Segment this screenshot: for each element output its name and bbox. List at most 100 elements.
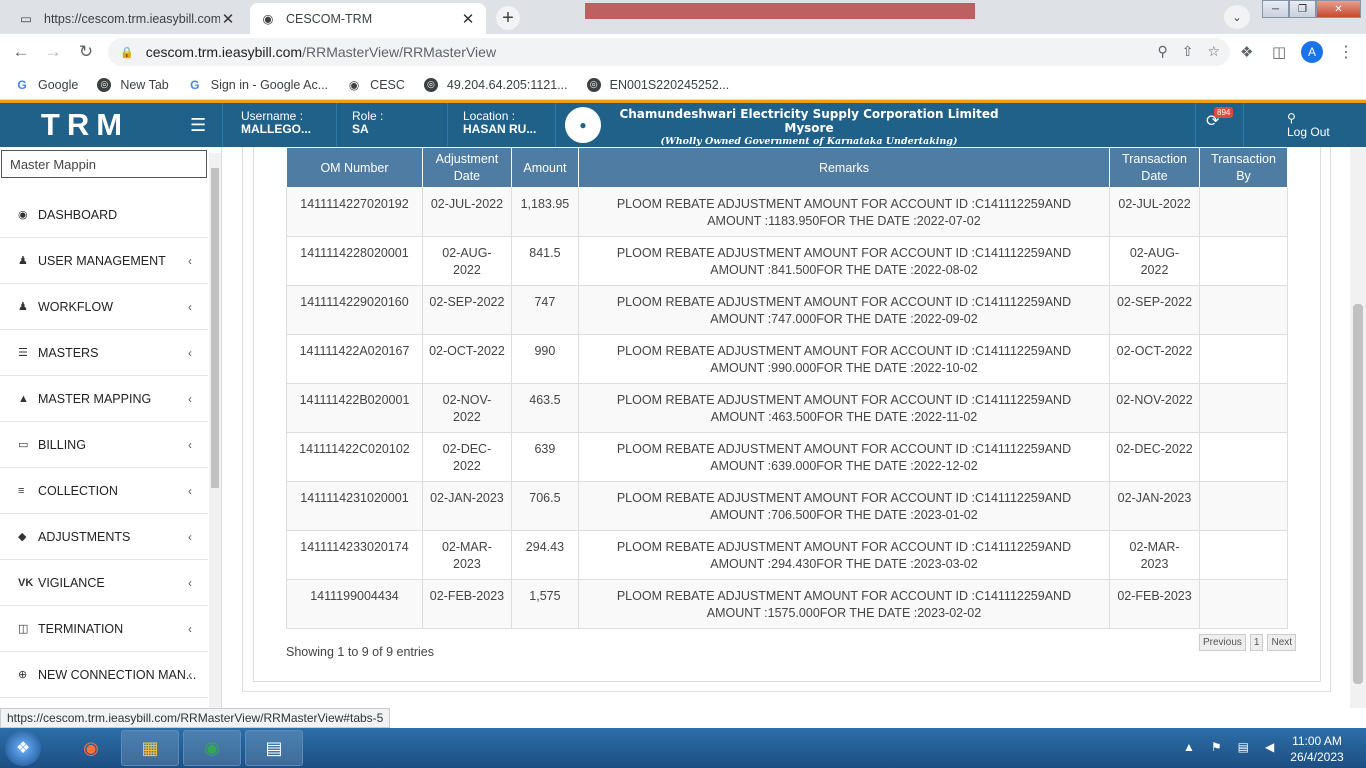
scrollbar-thumb[interactable]: [1353, 304, 1363, 684]
extensions-icon[interactable]: ❖: [1240, 43, 1253, 61]
close-icon[interactable]: ✕: [460, 10, 476, 28]
amount-cell: 294.43: [510, 530, 579, 580]
maximize-button[interactable]: ❐: [1289, 0, 1316, 18]
next-button[interactable]: Next: [1267, 634, 1297, 651]
om-number-cell: 141111422B020001: [286, 383, 423, 433]
organization-title: Chamundeshwari Electricity Supply Corpor…: [614, 107, 1004, 147]
sidebar-item-label: MASTER MAPPING: [38, 391, 152, 406]
sidebar-item-workflow[interactable]: ♟ WORKFLOW ‹: [0, 284, 208, 330]
sidebar-item-vigilance[interactable]: vk VIGILANCE ‹: [0, 560, 208, 606]
volume-icon[interactable]: ◀: [1265, 740, 1274, 754]
sidebar-item-dashboard[interactable]: ◉ DASHBOARD: [0, 192, 208, 238]
close-icon[interactable]: ✕: [220, 10, 236, 28]
new-tab-button[interactable]: +: [496, 6, 520, 30]
table-row[interactable]: 141111422A020167 02-OCT-2022 990 PLOOM REBA…: [286, 334, 1289, 384]
system-clock[interactable]: 11:00 AM 26/4/2023: [1282, 733, 1352, 765]
zoom-icon[interactable]: ⚲: [1157, 43, 1167, 60]
firefox-taskbar-button[interactable]: ◉: [62, 730, 120, 766]
org-subtitle: (Wholly Owned Government of Karnataka Un…: [660, 136, 958, 147]
role-value: SA: [352, 122, 369, 136]
amount-cell: 639: [510, 432, 579, 482]
column-header[interactable]: Transaction By: [1198, 147, 1289, 188]
side-panel-icon[interactable]: ◫: [1272, 43, 1286, 61]
window-controls: ─ ❐ ✕: [1262, 0, 1361, 18]
sidebar-item-collection[interactable]: ≡ COLLECTION ‹: [0, 468, 208, 514]
table-row[interactable]: 1411114227020192 02-JUL-2022 1,183.95 PLOOM…: [286, 187, 1289, 237]
sidebar-item-new-connection[interactable]: ⊕ NEW CONNECTION MAN... ‹: [0, 652, 208, 698]
om-number-cell: 1411114233020174: [286, 530, 423, 580]
forward-button[interactable]: →: [42, 41, 64, 63]
bookmark-new-tab[interactable]: ◎ New Tab: [96, 77, 169, 93]
adjustment-date-cell: 02-MAR-2023: [421, 530, 512, 580]
windows-start-button[interactable]: ❖: [5, 730, 41, 766]
menu-search-input[interactable]: [1, 150, 207, 178]
page-scrollbar[interactable]: [1350, 147, 1366, 708]
hamburger-icon[interactable]: ☰: [190, 115, 206, 136]
bookmark-ip[interactable]: ◎ 49.204.64.205:1121...: [423, 77, 568, 93]
sidebar-item-master-mapping[interactable]: ▲ MASTER MAPPING ‹: [0, 376, 208, 422]
menu-icon[interactable]: ⋮: [1338, 42, 1354, 62]
share-icon[interactable]: ⇧: [1182, 43, 1194, 60]
table-row[interactable]: 141111422C020102 02-DEC-2022 639 PLOOM REBA…: [286, 432, 1289, 482]
profile-avatar[interactable]: A: [1301, 41, 1323, 63]
bookmark-en001[interactable]: ◎ EN001S220245252...: [586, 77, 729, 93]
chevron-left-icon: ‹: [188, 253, 192, 268]
reload-icon: ↻: [78, 42, 94, 61]
sidebar-scrollbar[interactable]: [209, 153, 221, 708]
amount-cell: 1,183.95: [510, 187, 579, 237]
sidebar-item-user-management[interactable]: ♟ USER MANAGEMENT ‹: [0, 238, 208, 284]
adjustment-date-cell: 02-NOV-2022: [421, 383, 512, 433]
chevron-up-icon[interactable]: ▲: [1183, 740, 1195, 754]
sidebar-item-label: WORKFLOW: [38, 299, 113, 314]
table-row[interactable]: 141111422B020001 02-NOV-2022 463.5 PLOOM RE…: [286, 383, 1289, 433]
clock-time: 11:00 AM: [1292, 734, 1342, 748]
sidebar-item-masters[interactable]: ☰ MASTERS ‹: [0, 330, 208, 376]
app-taskbar-button[interactable]: ▤: [245, 730, 303, 766]
chrome-taskbar-button[interactable]: ◉: [183, 730, 241, 766]
column-header[interactable]: OM Number: [286, 147, 423, 188]
table-row[interactable]: 1411114229020160 02-SEP-2022 747 PLOOM REBA…: [286, 285, 1289, 335]
star-icon[interactable]: ☆: [1207, 43, 1220, 60]
column-header[interactable]: Adjustment Date: [421, 147, 512, 188]
reload-button[interactable]: ↻: [75, 41, 97, 63]
header-divider: [1243, 103, 1244, 147]
table-row[interactable]: 1411114228020001 02-AUG-2022 841.5 PLOOM RE…: [286, 236, 1289, 286]
table-row[interactable]: 1411199004434 02-FEB-2023 1,575 PLOOM REBAT…: [286, 579, 1289, 629]
chevron-left-icon: ‹: [188, 437, 192, 452]
brand-logo-text[interactable]: TRM: [0, 103, 170, 147]
minimize-button[interactable]: ─: [1262, 0, 1289, 18]
sidebar-item-billing[interactable]: ▭ BILLING ‹: [0, 422, 208, 468]
previous-button[interactable]: Previous: [1199, 634, 1246, 651]
logout-button[interactable]: ⚲ Log Out: [1287, 111, 1330, 139]
bookmark-google-signin[interactable]: G Sign in - Google Ac...: [187, 77, 328, 93]
column-header[interactable]: Remarks: [577, 147, 1111, 188]
sidebar-item-adjustments[interactable]: ◆ ADJUSTMENTS ‹: [0, 514, 208, 560]
transaction-by-cell: [1198, 236, 1289, 286]
window-close-button[interactable]: ✕: [1316, 0, 1361, 18]
column-header[interactable]: Amount: [510, 147, 579, 188]
om-number-cell: 1411114229020160: [286, 285, 423, 335]
explorer-taskbar-button[interactable]: ▦: [121, 730, 179, 766]
bookmark-cesc[interactable]: ◉ CESC: [346, 77, 405, 93]
back-button[interactable]: ←: [10, 41, 32, 63]
amount-cell: 1,575: [510, 579, 579, 629]
chrome-icon: ◉: [204, 737, 220, 758]
url-field[interactable]: 🔒 cescom.trm.ieasybill.com/RRMasterView/…: [108, 38, 1230, 66]
network-icon[interactable]: ▤: [1238, 740, 1249, 754]
transaction-date-cell: 02-FEB-2023: [1109, 579, 1200, 629]
scrollbar-thumb[interactable]: [211, 168, 219, 488]
transaction-by-cell: [1198, 187, 1289, 237]
windows-taskbar: ❖ ◉ ▦ ◉ ▤ ▲ ⚑ ▤ ◀ 11:00 AM 26/4/2023: [0, 728, 1366, 768]
table-row[interactable]: 1411114233020174 02-MAR-2023 294.43 PLOOM R…: [286, 530, 1289, 580]
table-row[interactable]: 1411114231020001 02-JAN-2023 706.5 PLOOM RE…: [286, 481, 1289, 531]
user-icon: ♟: [18, 255, 28, 267]
flag-icon[interactable]: ⚑: [1211, 740, 1222, 754]
sidebar-item-termination[interactable]: ◫ TERMINATION ‹: [0, 606, 208, 652]
sidebar-item-label: VIGILANCE: [38, 575, 105, 590]
browser-tab-2[interactable]: ◉ CESCOM-TRM ✕: [250, 3, 486, 34]
tab-search-button[interactable]: ⌄: [1224, 5, 1250, 29]
browser-tab-1[interactable]: ▭ https://cescom.trm.ieasybill.com/ ✕: [8, 3, 246, 34]
bookmark-google[interactable]: G Google: [14, 77, 78, 93]
page-1-button[interactable]: 1: [1249, 634, 1264, 651]
column-header[interactable]: Transaction Date: [1109, 147, 1200, 188]
